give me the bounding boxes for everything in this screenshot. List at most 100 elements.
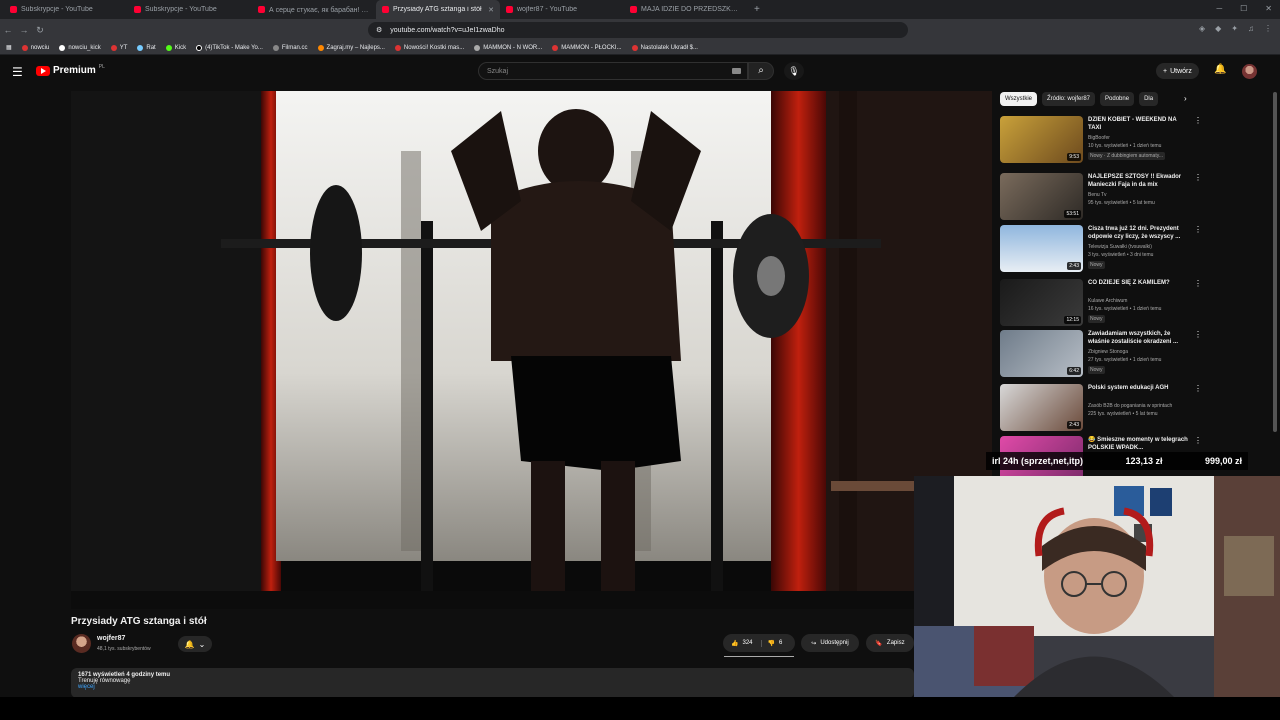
site-info-icon[interactable]: ⚙	[376, 26, 382, 34]
recommendation-channel[interactable]: Kulawe Archiwum	[1088, 298, 1127, 304]
video-thumbnail[interactable]: 9:53	[1000, 116, 1083, 163]
bookmark-favicon-icon	[59, 44, 66, 51]
browser-tab[interactable]: wojfer87 - YouTube	[500, 0, 624, 19]
browser-tab[interactable]: Subskrypcje - YouTube	[4, 0, 128, 19]
extension-icon[interactable]: ◈	[1199, 24, 1205, 33]
like-count: 324	[742, 640, 753, 646]
bookmark[interactable]: (4)TikTok - Make Yo...	[196, 44, 263, 51]
voice-search-button[interactable]: 🎙	[784, 62, 804, 80]
recommendation-views: 3 tys. wyświetleń • 3 dni temu	[1088, 252, 1154, 258]
recommendation-title[interactable]: Zawiadamiam wszystkich, że właśnie zosta…	[1088, 330, 1190, 346]
extensions-area: ◈ ◆ ✦ ♫ ⋮	[1199, 24, 1272, 33]
recommendation-item[interactable]: 2:43 Cisza trwa już 12 dni. Prezydent od…	[1000, 225, 1202, 273]
channel-avatar[interactable]	[72, 634, 91, 653]
new-tab-button[interactable]: +	[748, 4, 760, 15]
recommendation-title[interactable]: Polski system edukacji AGH	[1088, 384, 1190, 392]
reload-icon[interactable]: ↻	[32, 25, 48, 36]
browser-tab[interactable]: А серце стукає, як барабан! 💔 Пр...	[252, 0, 376, 19]
more-actions-icon[interactable]: ⋮	[1194, 330, 1202, 339]
close-window-icon[interactable]: ✕	[1265, 4, 1272, 13]
like-button[interactable]: 👍 324	[723, 639, 762, 647]
apps-icon[interactable]: ▦	[6, 44, 12, 51]
create-button[interactable]: + Utwórz	[1156, 63, 1199, 79]
bookmark[interactable]: nowciu	[21, 44, 49, 51]
bookmark[interactable]: nowciu_kick	[59, 44, 101, 51]
channel-name[interactable]: wojfer87	[97, 635, 125, 642]
chip-all[interactable]: Wszystkie	[1000, 92, 1037, 106]
menu-icon[interactable]: ☰	[12, 65, 23, 79]
chip-for-you[interactable]: Dla	[1139, 92, 1159, 106]
bookmark[interactable]: MAMMON - N WOR...	[474, 44, 542, 51]
bookmark[interactable]: Nastolatek Ukradł $...	[631, 44, 698, 51]
recommendation-channel[interactable]: Zbigniew Stonoga	[1088, 349, 1128, 355]
notifications-icon[interactable]: 🔔	[1214, 64, 1226, 75]
bookmark[interactable]: Kick	[165, 44, 186, 51]
recommendation-title[interactable]: DZIEŃ KOBIET - WEEKEND NA TAXI	[1088, 116, 1190, 132]
browser-tab-active[interactable]: Przysiady ATG sztanga i stół ✕	[376, 0, 500, 19]
more-actions-icon[interactable]: ⋮	[1194, 436, 1200, 445]
recommendation-item[interactable]: 9:53 DZIEŃ KOBIET - WEEKEND NA TAXI BigB…	[1000, 116, 1202, 164]
recommendation-title[interactable]: Cisza trwa już 12 dni. Prezydent odpowie…	[1088, 225, 1190, 241]
chip-related[interactable]: Podobne	[1100, 92, 1135, 106]
video-thumbnail[interactable]: 2:43	[1000, 384, 1083, 431]
search-input[interactable]: Szukaj	[478, 62, 748, 80]
bookmark[interactable]: YT	[110, 44, 127, 51]
recommendation-item[interactable]: 53:51 NAJLEPSZE SZTOSY !! Ekwador Maniec…	[1000, 173, 1202, 221]
bookmark[interactable]: Nowości! Kostki mas...	[394, 44, 464, 51]
dislike-button[interactable]: 👎 6	[762, 640, 789, 647]
video-thumbnail[interactable]: 12:15	[1000, 279, 1083, 326]
chevron-right-icon[interactable]: ›	[1184, 94, 1187, 103]
video-thumbnail[interactable]: 6:42	[1000, 330, 1083, 377]
recommendation-item[interactable]: 2:43 Polski system edukacji AGH Zasób B2…	[1000, 384, 1202, 432]
browser-tab[interactable]: Subskrypcje - YouTube	[128, 0, 252, 19]
youtube-header: ☰ Premium PL Szukaj ⌕ 🎙 + Utwórz 🔔	[0, 56, 1280, 88]
youtube-premium-logo[interactable]: Premium PL	[36, 64, 105, 76]
description-box[interactable]: 1671 wyświetleń 4 godziny temu Trenuję r…	[71, 668, 914, 698]
more-actions-icon[interactable]: ⋮	[1194, 116, 1202, 125]
more-actions-icon[interactable]: ⋮	[1194, 279, 1202, 288]
save-button[interactable]: 🔖 Zapisz	[866, 634, 914, 652]
browser-tab[interactable]: MAJA IDZIE DO PRZEDSZKOLA! - Yo...	[624, 0, 748, 19]
description-more-link[interactable]: więcej	[78, 684, 95, 690]
recommendation-channel[interactable]: Telewizja Suwałki (tvsuwalki)	[1088, 244, 1152, 250]
video-thumbnail[interactable]: 53:51	[1000, 173, 1083, 220]
video-player[interactable]	[71, 91, 992, 609]
search-button[interactable]: ⌕	[748, 62, 774, 80]
back-icon[interactable]: ←	[0, 25, 16, 35]
account-avatar[interactable]	[1242, 64, 1257, 79]
bookmark[interactable]: MAMMON - PŁOCKI...	[552, 44, 622, 51]
puzzle-icon[interactable]: ✦	[1231, 24, 1238, 33]
recommendation-item[interactable]: 6:42 Zawiadamiam wszystkich, że właśnie …	[1000, 330, 1202, 378]
recommendation-channel[interactable]: Zasób B2B do poganiania w sprintach	[1088, 403, 1172, 409]
more-actions-icon[interactable]: ⋮	[1194, 225, 1202, 234]
recommendation-title[interactable]: 😂 Śmieszne momenty w telegrach POLSKIE W…	[1088, 436, 1190, 452]
address-bar[interactable]: ⚙ youtube.com/watch?v=uJeI1zwaDho	[368, 22, 908, 38]
more-actions-icon[interactable]: ⋮	[1194, 384, 1202, 393]
recommendation-channel[interactable]: Benu Tv	[1088, 192, 1107, 198]
keyboard-icon[interactable]	[732, 68, 741, 74]
recommendation-title[interactable]: NAJLEPSZE SZTOSY !! Ekwador Manieczki Fa…	[1088, 173, 1190, 189]
more-actions-icon[interactable]: ⋮	[1194, 173, 1202, 182]
recommendation-item[interactable]: 12:15 CO DZIEJE SIĘ Z KAMILEM? Kulawe Ar…	[1000, 279, 1202, 327]
like-dislike-group: 👍 324 👎 6	[723, 634, 795, 652]
forward-icon[interactable]: →	[16, 25, 32, 35]
recommendation-channel[interactable]: BigBoofer	[1088, 135, 1110, 141]
menu-dots-icon[interactable]: ⋮	[1264, 24, 1272, 33]
scrollbar[interactable]	[1273, 92, 1277, 432]
recommendation-title[interactable]: CO DZIEJE SIĘ Z KAMILEM?	[1088, 279, 1190, 287]
bookmark[interactable]: Filman.cc	[272, 44, 308, 51]
thumbs-down-icon: 👎	[767, 640, 775, 647]
minimize-icon[interactable]: ─	[1216, 4, 1222, 13]
close-tab-icon[interactable]: ✕	[488, 6, 494, 14]
bookmark[interactable]: Rat	[137, 44, 156, 51]
maximize-icon[interactable]: ☐	[1240, 4, 1247, 13]
share-button[interactable]: ↪ Udostępnij	[801, 634, 859, 652]
subscription-notifications-button[interactable]: 🔔 ⌄	[178, 636, 212, 652]
youtube-favicon-icon	[506, 6, 513, 13]
extension-icon[interactable]: ◆	[1215, 24, 1221, 33]
music-icon[interactable]: ♫	[1248, 24, 1254, 33]
video-thumbnail[interactable]: 2:43	[1000, 225, 1083, 272]
chip-from-channel[interactable]: Źródło: wojfer87	[1042, 92, 1096, 106]
bookmark[interactable]: Zagraj.my – Najleps...	[317, 44, 385, 51]
youtube-favicon-icon	[134, 6, 141, 13]
